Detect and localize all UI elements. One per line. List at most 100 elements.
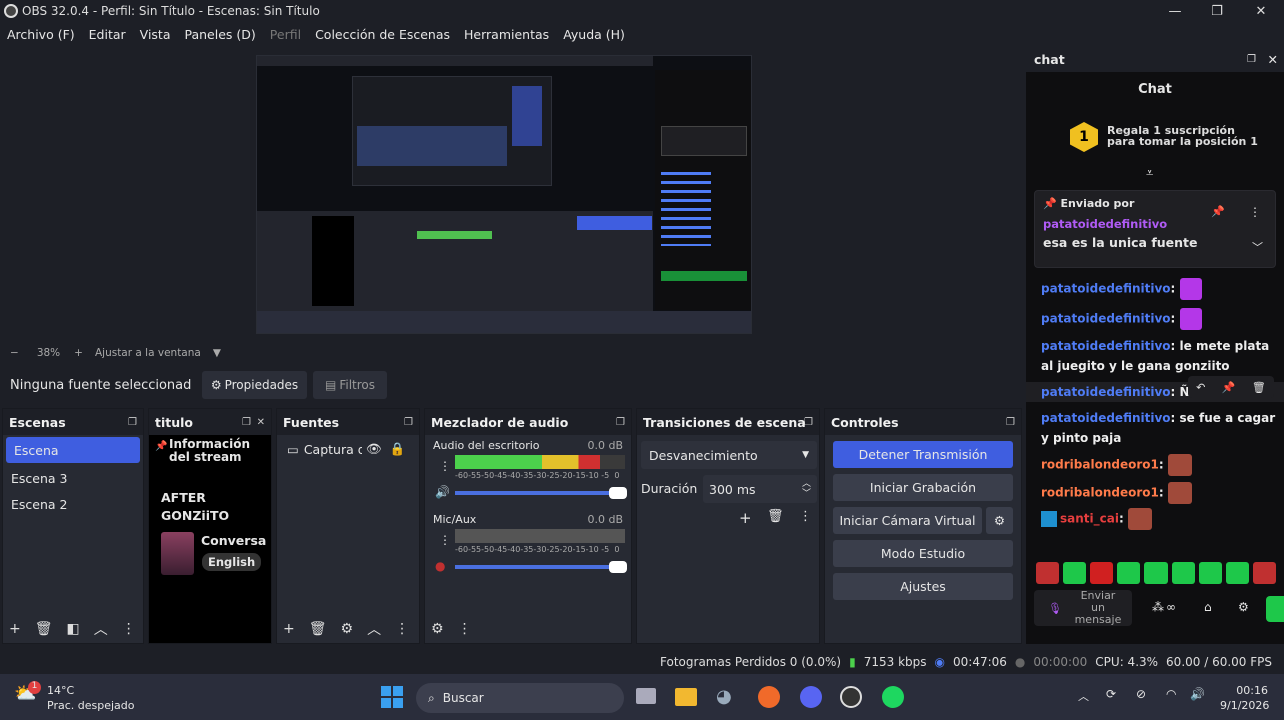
undock-icon[interactable]: ❐ [1247,54,1256,65]
more-icon[interactable]: ⋮ [799,509,812,524]
add-icon[interactable]: + [9,621,21,637]
volume-slider[interactable] [455,561,627,573]
clock-time[interactable]: 00:16 [1220,683,1268,698]
transition-select[interactable]: Desvanecimiento ▼ [641,441,817,469]
gear-icon[interactable]: ⚙ [431,621,444,637]
eye-icon[interactable]: 👁 [366,441,382,457]
undock-icon[interactable]: ❐ [404,417,413,428]
more-icon[interactable]: ⋮ [458,621,472,637]
properties-button[interactable]: ⚙ Propiedades [202,371,307,399]
mic-icon[interactable]: 🎙 [1048,602,1062,615]
clock-date[interactable]: 9/1/2026 [1220,698,1269,713]
studio-mode-button[interactable]: Modo Estudio [833,540,1013,567]
bits-icon[interactable]: ⁂ [1152,600,1164,614]
more-icon[interactable]: ⋮ [395,621,409,637]
store-icon[interactable]: ⌂ [1204,600,1212,614]
chevron-up-icon[interactable]: ︿ [1078,688,1089,704]
emote-icon[interactable] [1144,562,1168,584]
obs-icon[interactable] [840,686,862,708]
undock-icon[interactable]: ❐ [128,417,137,428]
pin-icon[interactable]: 📌 [1211,205,1225,218]
menu-coleccion[interactable]: Colección de Escenas [315,27,450,42]
undock-icon[interactable]: ❐ [242,417,251,428]
stepper-icon[interactable]: ︿ ﹀ [802,479,811,499]
chevron-down-icon[interactable]: ▼ [213,347,221,359]
file-explorer-icon[interactable] [675,688,697,706]
chevron-up-icon[interactable]: ︿ [94,619,108,639]
gear-icon[interactable]: ⚙ [1238,600,1249,614]
emote-icon[interactable] [1090,562,1114,584]
chat-input[interactable]: 🎙 Enviar un mensaje [1034,590,1132,626]
pin-icon[interactable]: 📌 [1222,381,1236,394]
speaker-icon[interactable]: 🔊 [435,485,450,499]
scene-item[interactable]: Escena [6,437,140,463]
fit-window-label[interactable]: Ajustar a la ventana [95,347,201,359]
menu-vista[interactable]: Vista [140,27,171,42]
trash-icon[interactable]: 🗑 [767,509,784,524]
chevron-up-icon[interactable]: ︿ [367,619,381,639]
emote-icon[interactable] [1171,562,1195,584]
menu-perfil[interactable]: Perfil [270,27,301,42]
add-icon[interactable]: + [283,621,295,637]
trash-icon[interactable]: 🗑 [1252,381,1266,394]
settings-button[interactable]: Ajustes [833,573,1013,600]
duration-input[interactable]: 300 ms ︿ ﹀ [703,475,817,503]
task-view-icon[interactable] [636,688,656,704]
close-icon[interactable]: ✕ [257,417,265,428]
zoom-in-button[interactable]: + [74,347,83,359]
gear-icon[interactable]: ⚙ [986,507,1013,534]
emote-icon[interactable] [1198,562,1222,584]
add-icon[interactable]: + [739,509,752,527]
gear-icon[interactable]: ⚙ [341,621,354,637]
collapse-icon[interactable]: ⩡ [1146,166,1153,181]
zoom-out-button[interactable]: − [10,347,19,359]
stop-stream-button[interactable]: Detener Transmisión [833,441,1013,468]
infinity-icon[interactable]: ∞ [1166,600,1176,614]
scene-item[interactable]: Escena 2 [3,491,143,517]
spotify-icon[interactable] [882,686,904,708]
undock-icon[interactable]: ❐ [804,417,813,428]
volume-icon[interactable]: 🔊 [1190,687,1205,701]
filters-button[interactable]: ▤ Filtros [313,371,387,399]
wifi-icon[interactable]: ◠ [1166,687,1176,701]
menu-editar[interactable]: Editar [89,27,126,42]
reply-icon[interactable]: ↶ [1196,381,1205,394]
chat-send-button[interactable] [1266,596,1284,622]
undock-icon[interactable]: ❐ [616,417,625,428]
more-icon[interactable]: ⋮ [439,459,451,473]
firefox-icon[interactable] [758,686,780,708]
trash-icon[interactable]: 🗑 [35,621,53,637]
undock-icon[interactable]: ❐ [1006,417,1015,428]
volume-slider[interactable] [455,487,627,499]
emote-icon[interactable] [1036,562,1060,584]
stream-preview[interactable] [256,55,752,334]
emote-icon[interactable] [1063,562,1087,584]
maximize-button[interactable]: ❐ [1195,0,1239,22]
more-icon[interactable]: ⋮ [122,621,136,637]
start-recording-button[interactable]: Iniciar Grabación [833,474,1013,501]
trash-icon[interactable]: 🗑 [309,621,327,637]
lock-icon[interactable]: 🔒 [390,441,406,457]
sync-icon[interactable]: ⟳ [1106,687,1116,701]
close-icon[interactable]: ✕ [1268,52,1278,67]
source-item[interactable]: ▭ Captura d 👁 🔒 [277,435,419,463]
emote-icon[interactable] [1252,562,1276,584]
windows-start-icon[interactable] [381,686,403,708]
more-icon[interactable]: ⋮ [439,533,451,547]
close-button[interactable]: ✕ [1239,0,1283,22]
network-icon[interactable]: ⊘ [1136,687,1146,701]
taskbar-search[interactable]: ⌕ Buscar [416,683,624,713]
more-icon[interactable]: ⋮ [1249,205,1261,219]
menu-archivo[interactable]: Archivo (F) [7,27,75,42]
chevron-down-icon[interactable]: ﹀ [1252,239,1263,255]
emote-icon[interactable] [1117,562,1141,584]
menu-ayuda[interactable]: Ayuda (H) [563,27,625,42]
filter-icon[interactable]: ◧ [67,621,80,637]
minimize-button[interactable]: — [1153,0,1197,22]
steam-icon[interactable]: ◕ [716,686,732,707]
weather-icon[interactable]: ⛅ 1 [14,681,41,709]
menu-paneles[interactable]: Paneles (D) [185,27,256,42]
start-virtual-camera-button[interactable]: Iniciar Cámara Virtual [833,507,982,534]
discord-icon[interactable] [800,686,822,708]
emote-icon[interactable] [1225,562,1249,584]
